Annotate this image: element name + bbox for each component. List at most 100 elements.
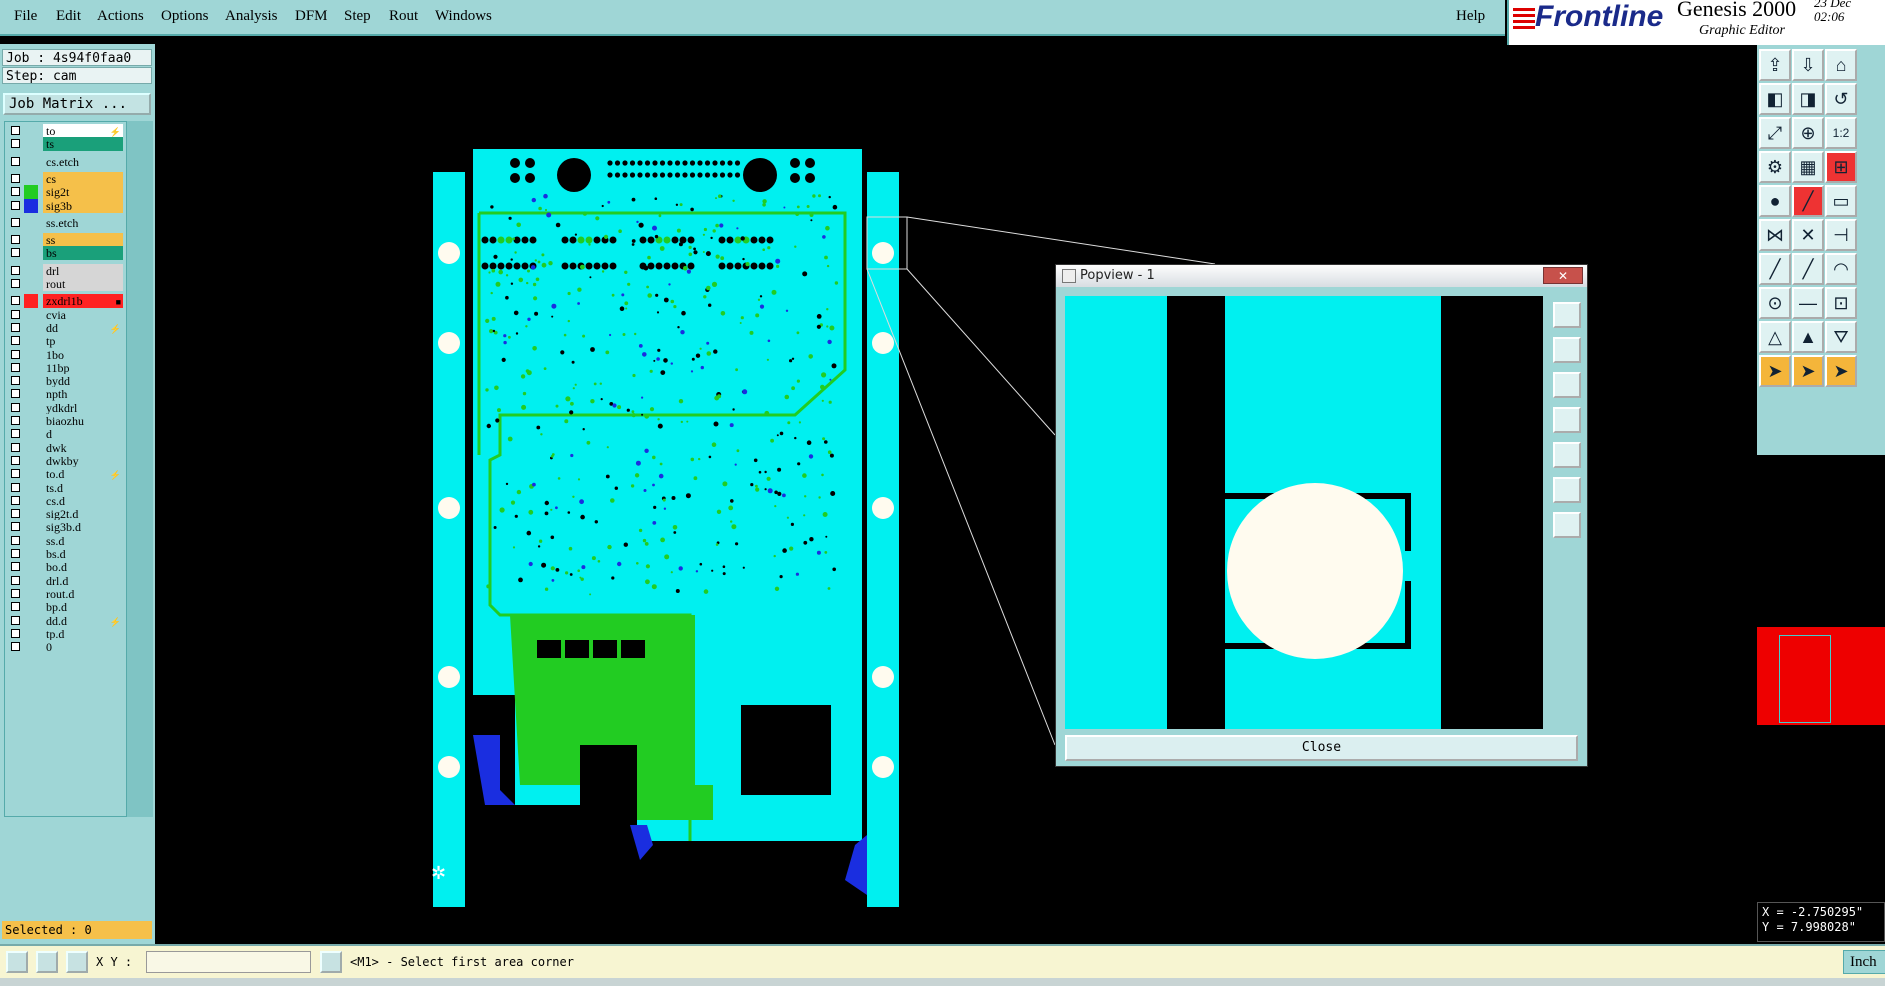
layer-checkbox[interactable] xyxy=(11,416,20,425)
layer-checkbox[interactable] xyxy=(11,309,20,319)
layer-checkbox[interactable] xyxy=(11,126,20,135)
layer-color-swatch[interactable] xyxy=(24,627,38,641)
grid-icon[interactable]: ▦ xyxy=(1792,151,1824,183)
layer-checkbox[interactable] xyxy=(11,173,20,183)
layer-color-swatch[interactable] xyxy=(24,441,38,455)
layer-checkbox[interactable] xyxy=(11,642,20,652)
layer-color-swatch[interactable] xyxy=(24,507,38,521)
layer-row[interactable]: bs.d xyxy=(7,547,125,561)
layer-row[interactable]: to.d ⚡ xyxy=(7,467,125,482)
menu-actions[interactable]: Actions xyxy=(97,8,144,25)
layer-color-swatch[interactable] xyxy=(24,614,38,628)
layer-checkbox[interactable] xyxy=(11,562,20,572)
layer-name[interactable]: tp.d xyxy=(43,626,123,641)
layer-name[interactable]: to ⚡ xyxy=(43,124,123,138)
layer-row[interactable]: rout xyxy=(7,277,125,291)
layer-color-swatch[interactable] xyxy=(24,494,38,508)
layer-row[interactable]: cvia xyxy=(7,307,125,322)
layer-color-swatch[interactable] xyxy=(24,216,38,230)
layer-row[interactable]: sig3b xyxy=(7,198,125,213)
fit-icon[interactable] xyxy=(1553,477,1581,503)
menu-dfm[interactable]: DFM xyxy=(295,8,328,25)
pointer1-icon[interactable]: ➤ xyxy=(1759,355,1791,387)
layer-checkbox[interactable] xyxy=(11,248,20,258)
layer-checkbox[interactable] xyxy=(11,535,20,545)
layer-row[interactable]: cs.etch xyxy=(7,154,125,169)
layer-row[interactable]: d xyxy=(7,427,125,442)
layer-name[interactable]: zxdrl1b ■ xyxy=(43,294,123,309)
layer-color-swatch[interactable] xyxy=(24,233,38,247)
right-icon[interactable] xyxy=(1553,442,1581,468)
layer-row[interactable]: dwk xyxy=(7,440,125,455)
line-add-icon[interactable]: ╱ xyxy=(1792,185,1824,217)
fit-center-icon[interactable]: ⊕ xyxy=(1792,117,1824,149)
layer-row[interactable]: bo.d xyxy=(7,560,125,575)
layer-name[interactable]: dwkby xyxy=(43,453,123,468)
popview-close-button[interactable]: Close xyxy=(1065,735,1578,761)
snap-mode-icon[interactable] xyxy=(6,951,28,973)
layer-row[interactable]: ss.etch xyxy=(7,215,125,230)
popview-close-icon[interactable]: ✕ xyxy=(1543,267,1583,284)
layer-color-swatch[interactable] xyxy=(24,246,38,260)
layer-color-swatch[interactable] xyxy=(24,374,38,388)
layer-row[interactable]: cs xyxy=(7,171,125,186)
layer-name[interactable]: bs.d xyxy=(43,547,123,561)
layer-checkbox[interactable] xyxy=(11,139,20,149)
layer-name[interactable]: ts xyxy=(43,137,123,152)
copy-icon[interactable] xyxy=(1553,302,1581,328)
layer-color-swatch[interactable] xyxy=(24,294,38,309)
layer-checkbox[interactable] xyxy=(11,296,20,306)
layer-row[interactable]: tp xyxy=(7,334,125,349)
minimap-viewport[interactable] xyxy=(1779,635,1831,723)
layer-checkbox[interactable] xyxy=(11,469,20,479)
layer-name[interactable]: sig3b xyxy=(43,198,123,213)
layer-row[interactable]: ydkdrl xyxy=(7,400,125,415)
layer-checkbox[interactable] xyxy=(11,509,20,519)
layer-checkbox[interactable] xyxy=(11,615,20,625)
layer-name[interactable]: bo.d xyxy=(43,560,123,575)
layer-color-swatch[interactable] xyxy=(24,574,38,588)
layer-name[interactable]: rout xyxy=(43,277,123,291)
zoom-left-icon[interactable]: ◧ xyxy=(1759,83,1791,115)
grid-mode-icon[interactable] xyxy=(66,951,88,973)
export-icon[interactable]: ⇪ xyxy=(1759,49,1791,81)
center-icon[interactable] xyxy=(1553,512,1581,538)
layer-row[interactable]: sig2t.d xyxy=(7,507,125,522)
layer-name[interactable]: cvia xyxy=(43,307,123,322)
layer-row[interactable]: 11bp xyxy=(7,360,125,375)
popview-canvas[interactable] xyxy=(1065,296,1543,729)
layer-checkbox[interactable] xyxy=(11,336,20,346)
menu-edit[interactable]: Edit xyxy=(56,8,81,25)
layer-row[interactable]: ss xyxy=(7,233,125,248)
layer-row[interactable]: dwkby xyxy=(7,453,125,468)
menu-rout[interactable]: Rout xyxy=(389,8,418,25)
job-matrix-button[interactable]: Job Matrix ... xyxy=(3,93,151,115)
layer-name[interactable]: dwk xyxy=(43,440,123,455)
cross-icon[interactable]: ✕ xyxy=(1792,219,1824,251)
home-icon[interactable]: ⌂ xyxy=(1825,49,1857,81)
layer-row[interactable]: sig2t xyxy=(7,185,125,200)
layer-color-swatch[interactable] xyxy=(24,414,38,428)
layer-row[interactable]: ts.d xyxy=(7,480,125,495)
tri2-icon[interactable]: ▲ xyxy=(1792,321,1824,353)
layer-list-scrollbar[interactable] xyxy=(127,121,153,817)
layer-row[interactable]: rout.d xyxy=(7,586,125,601)
layer-color-swatch[interactable] xyxy=(24,520,38,534)
layer-row[interactable]: dd.d ⚡ xyxy=(7,613,125,628)
layer-color-swatch[interactable] xyxy=(24,401,38,415)
layer-checkbox[interactable] xyxy=(11,522,20,532)
layer-color-swatch[interactable] xyxy=(24,185,38,200)
settings-icon[interactable]: ⚙ xyxy=(1759,151,1791,183)
layer-checkbox[interactable] xyxy=(11,349,20,359)
layer-color-swatch[interactable] xyxy=(24,277,38,291)
layer-name[interactable]: sig2t.d xyxy=(43,507,123,522)
layer-name[interactable]: dd ⚡ xyxy=(43,320,123,335)
layer-name[interactable]: to.d ⚡ xyxy=(43,467,123,482)
layer-name[interactable]: drl xyxy=(43,263,123,278)
layer-row[interactable]: biaozhu xyxy=(7,414,125,428)
fit-all-icon[interactable]: ⤢ xyxy=(1759,117,1791,149)
layer-name[interactable]: drl.d xyxy=(43,573,123,588)
down-icon[interactable] xyxy=(1553,372,1581,398)
layer-checkbox[interactable] xyxy=(11,362,20,372)
layer-checkbox[interactable] xyxy=(11,265,20,275)
